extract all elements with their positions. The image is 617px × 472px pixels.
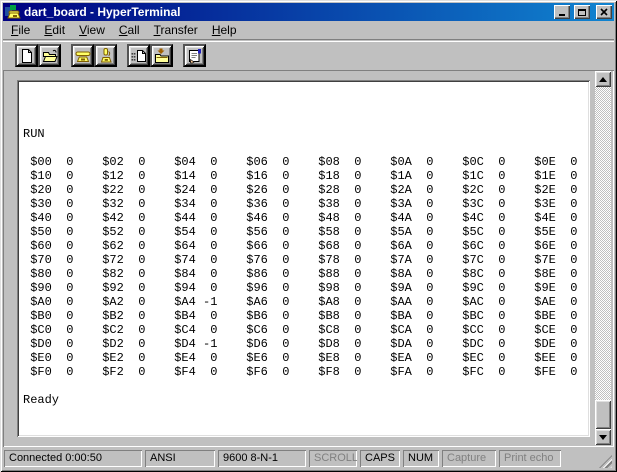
menu-file[interactable]: File xyxy=(4,21,37,39)
close-button[interactable] xyxy=(596,5,612,19)
status-emulation: ANSI xyxy=(145,450,215,467)
toolbar xyxy=(3,41,614,70)
terminal-line: $80 0 $82 0 $84 0 $86 0 $88 0 $8A 0 $8C … xyxy=(23,267,578,281)
titlebar[interactable]: dart_board - HyperTerminal xyxy=(3,3,614,21)
terminal-line: $60 0 $62 0 $64 0 $66 0 $68 0 $6A 0 $6C … xyxy=(23,239,578,253)
terminal-line: $00 0 $02 0 $04 0 $06 0 $08 0 $0A 0 $0C … xyxy=(23,155,578,169)
menu-transfer[interactable]: Transfer xyxy=(147,21,205,39)
receive-file-icon xyxy=(154,48,169,63)
statusbar: Connected 0:00:50 ANSI 9600 8-N-1 SCROLL… xyxy=(3,447,614,469)
call-button[interactable] xyxy=(71,44,94,67)
telephone-icon xyxy=(75,51,90,62)
scroll-up-button[interactable] xyxy=(595,71,611,87)
terminal-line: $40 0 $42 0 $44 0 $46 0 $48 0 $4A 0 $4C … xyxy=(23,211,578,225)
scroll-down-button[interactable] xyxy=(595,429,611,445)
terminal-line: $C0 0 $C2 0 $C4 0 $C6 0 $C8 0 $CA 0 $CC … xyxy=(23,323,578,337)
new-connection-button[interactable] xyxy=(15,44,38,67)
minimize-button[interactable] xyxy=(554,5,570,19)
maximize-button[interactable] xyxy=(574,5,590,19)
status-connection-time: Connected 0:00:50 xyxy=(4,450,142,467)
menubar: File Edit View Call Transfer Help xyxy=(3,21,614,40)
maximize-icon xyxy=(578,8,586,16)
terminal-line: $B0 0 $B2 0 $B4 0 $B6 0 $B8 0 $BA 0 $BC … xyxy=(23,309,578,323)
vertical-scrollbar[interactable] xyxy=(595,71,611,445)
disconnect-button[interactable] xyxy=(94,44,117,67)
hyperterminal-app-icon xyxy=(5,4,21,20)
menu-view[interactable]: View xyxy=(72,21,112,39)
hyperterminal-window: dart_board - HyperTerminal File Edit Vie… xyxy=(0,0,617,472)
send-file-icon xyxy=(131,49,146,62)
terminal-line: $10 0 $12 0 $14 0 $16 0 $18 0 $1A 0 $1C … xyxy=(23,169,578,183)
terminal-line: $A0 0 $A2 0 $A4 -1 $A6 0 $A8 0 $AA 0 $AC… xyxy=(23,295,578,309)
terminal-line: $20 0 $22 0 $24 0 $26 0 $28 0 $2A 0 $2C … xyxy=(23,183,578,197)
properties-icon xyxy=(188,48,201,63)
terminal-client-area: RUN $00 0 $02 0 $04 0 $06 0 $08 0 $0A 0 … xyxy=(3,70,614,447)
send-file-button[interactable] xyxy=(127,44,150,67)
terminal-line: $90 0 $92 0 $94 0 $96 0 $98 0 $9A 0 $9C … xyxy=(23,281,578,295)
menu-edit[interactable]: Edit xyxy=(37,21,72,39)
close-icon xyxy=(600,8,608,16)
telephone-hangup-icon xyxy=(100,47,112,62)
properties-button[interactable] xyxy=(183,44,206,67)
status-scroll-lock: SCROLL xyxy=(309,450,357,467)
terminal-line-ready: Ready xyxy=(23,393,60,407)
new-document-icon xyxy=(21,48,32,63)
window-title: dart_board - HyperTerminal xyxy=(24,5,181,19)
status-baud-settings: 9600 8-N-1 xyxy=(218,450,306,467)
scrollbar-thumb[interactable] xyxy=(595,400,611,429)
menu-help[interactable]: Help xyxy=(205,21,244,39)
status-print-echo: Print echo xyxy=(499,450,561,467)
terminal-line: $E0 0 $E2 0 $E4 0 $E6 0 $E8 0 $EA 0 $EC … xyxy=(23,351,578,365)
status-capture: Capture xyxy=(442,450,496,467)
resize-grip-icon[interactable] xyxy=(599,455,612,468)
terminal-screen[interactable]: RUN $00 0 $02 0 $04 0 $06 0 $08 0 $0A 0 … xyxy=(17,80,590,437)
arrow-down-icon xyxy=(599,434,607,440)
status-num-lock: NUM xyxy=(403,450,439,467)
status-caps-lock: CAPS xyxy=(360,450,400,467)
menu-call[interactable]: Call xyxy=(112,21,147,39)
receive-file-button[interactable] xyxy=(150,44,173,67)
terminal-line: $50 0 $52 0 $54 0 $56 0 $58 0 $5A 0 $5C … xyxy=(23,225,578,239)
open-connection-button[interactable] xyxy=(38,44,61,67)
terminal-line: $30 0 $32 0 $34 0 $36 0 $38 0 $3A 0 $3C … xyxy=(23,197,578,211)
terminal-line: $F0 0 $F2 0 $F4 0 $F6 0 $F8 0 $FA 0 $FC … xyxy=(23,365,578,379)
minimize-icon xyxy=(559,14,565,16)
terminal-line: $D0 0 $D2 0 $D4 -1 $D6 0 $D8 0 $DA 0 $DC… xyxy=(23,337,578,351)
terminal-line: $70 0 $72 0 $74 0 $76 0 $78 0 $7A 0 $7C … xyxy=(23,253,578,267)
terminal-line-run: RUN xyxy=(23,127,45,141)
open-folder-icon xyxy=(42,49,58,62)
arrow-up-icon xyxy=(599,76,607,82)
